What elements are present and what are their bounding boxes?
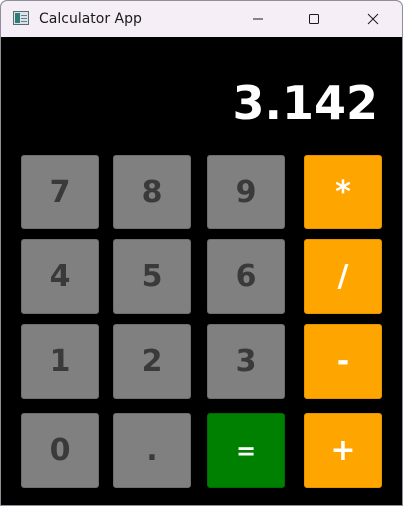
equals-button[interactable]: =: [207, 413, 285, 488]
minimize-icon: [253, 18, 263, 20]
key-3[interactable]: 3: [207, 324, 285, 399]
app-icon: [13, 11, 29, 25]
calculator-window: Calculator App 3.142 7 8 9 * 4 5 6 / 1 2…: [0, 0, 403, 506]
key-2[interactable]: 2: [113, 324, 191, 399]
title-bar[interactable]: Calculator App: [1, 1, 402, 37]
key-1[interactable]: 1: [21, 324, 99, 399]
window-title: Calculator App: [39, 11, 142, 27]
maximize-button[interactable]: [291, 1, 337, 37]
key-9[interactable]: 9: [207, 155, 285, 229]
key-6[interactable]: 6: [207, 239, 285, 314]
decimal-point-button[interactable]: .: [113, 413, 191, 488]
divide-button[interactable]: /: [304, 239, 382, 314]
key-4[interactable]: 4: [21, 239, 99, 314]
add-button[interactable]: +: [304, 413, 382, 488]
key-8[interactable]: 8: [113, 155, 191, 229]
maximize-icon: [309, 14, 319, 24]
key-7[interactable]: 7: [21, 155, 99, 229]
key-0[interactable]: 0: [21, 413, 99, 488]
close-icon: [367, 13, 379, 25]
close-button[interactable]: [350, 1, 396, 37]
multiply-button[interactable]: *: [304, 155, 382, 229]
subtract-button[interactable]: -: [304, 324, 382, 399]
result-display: 3.142: [232, 76, 378, 130]
minimize-button[interactable]: [235, 1, 281, 37]
key-5[interactable]: 5: [113, 239, 191, 314]
